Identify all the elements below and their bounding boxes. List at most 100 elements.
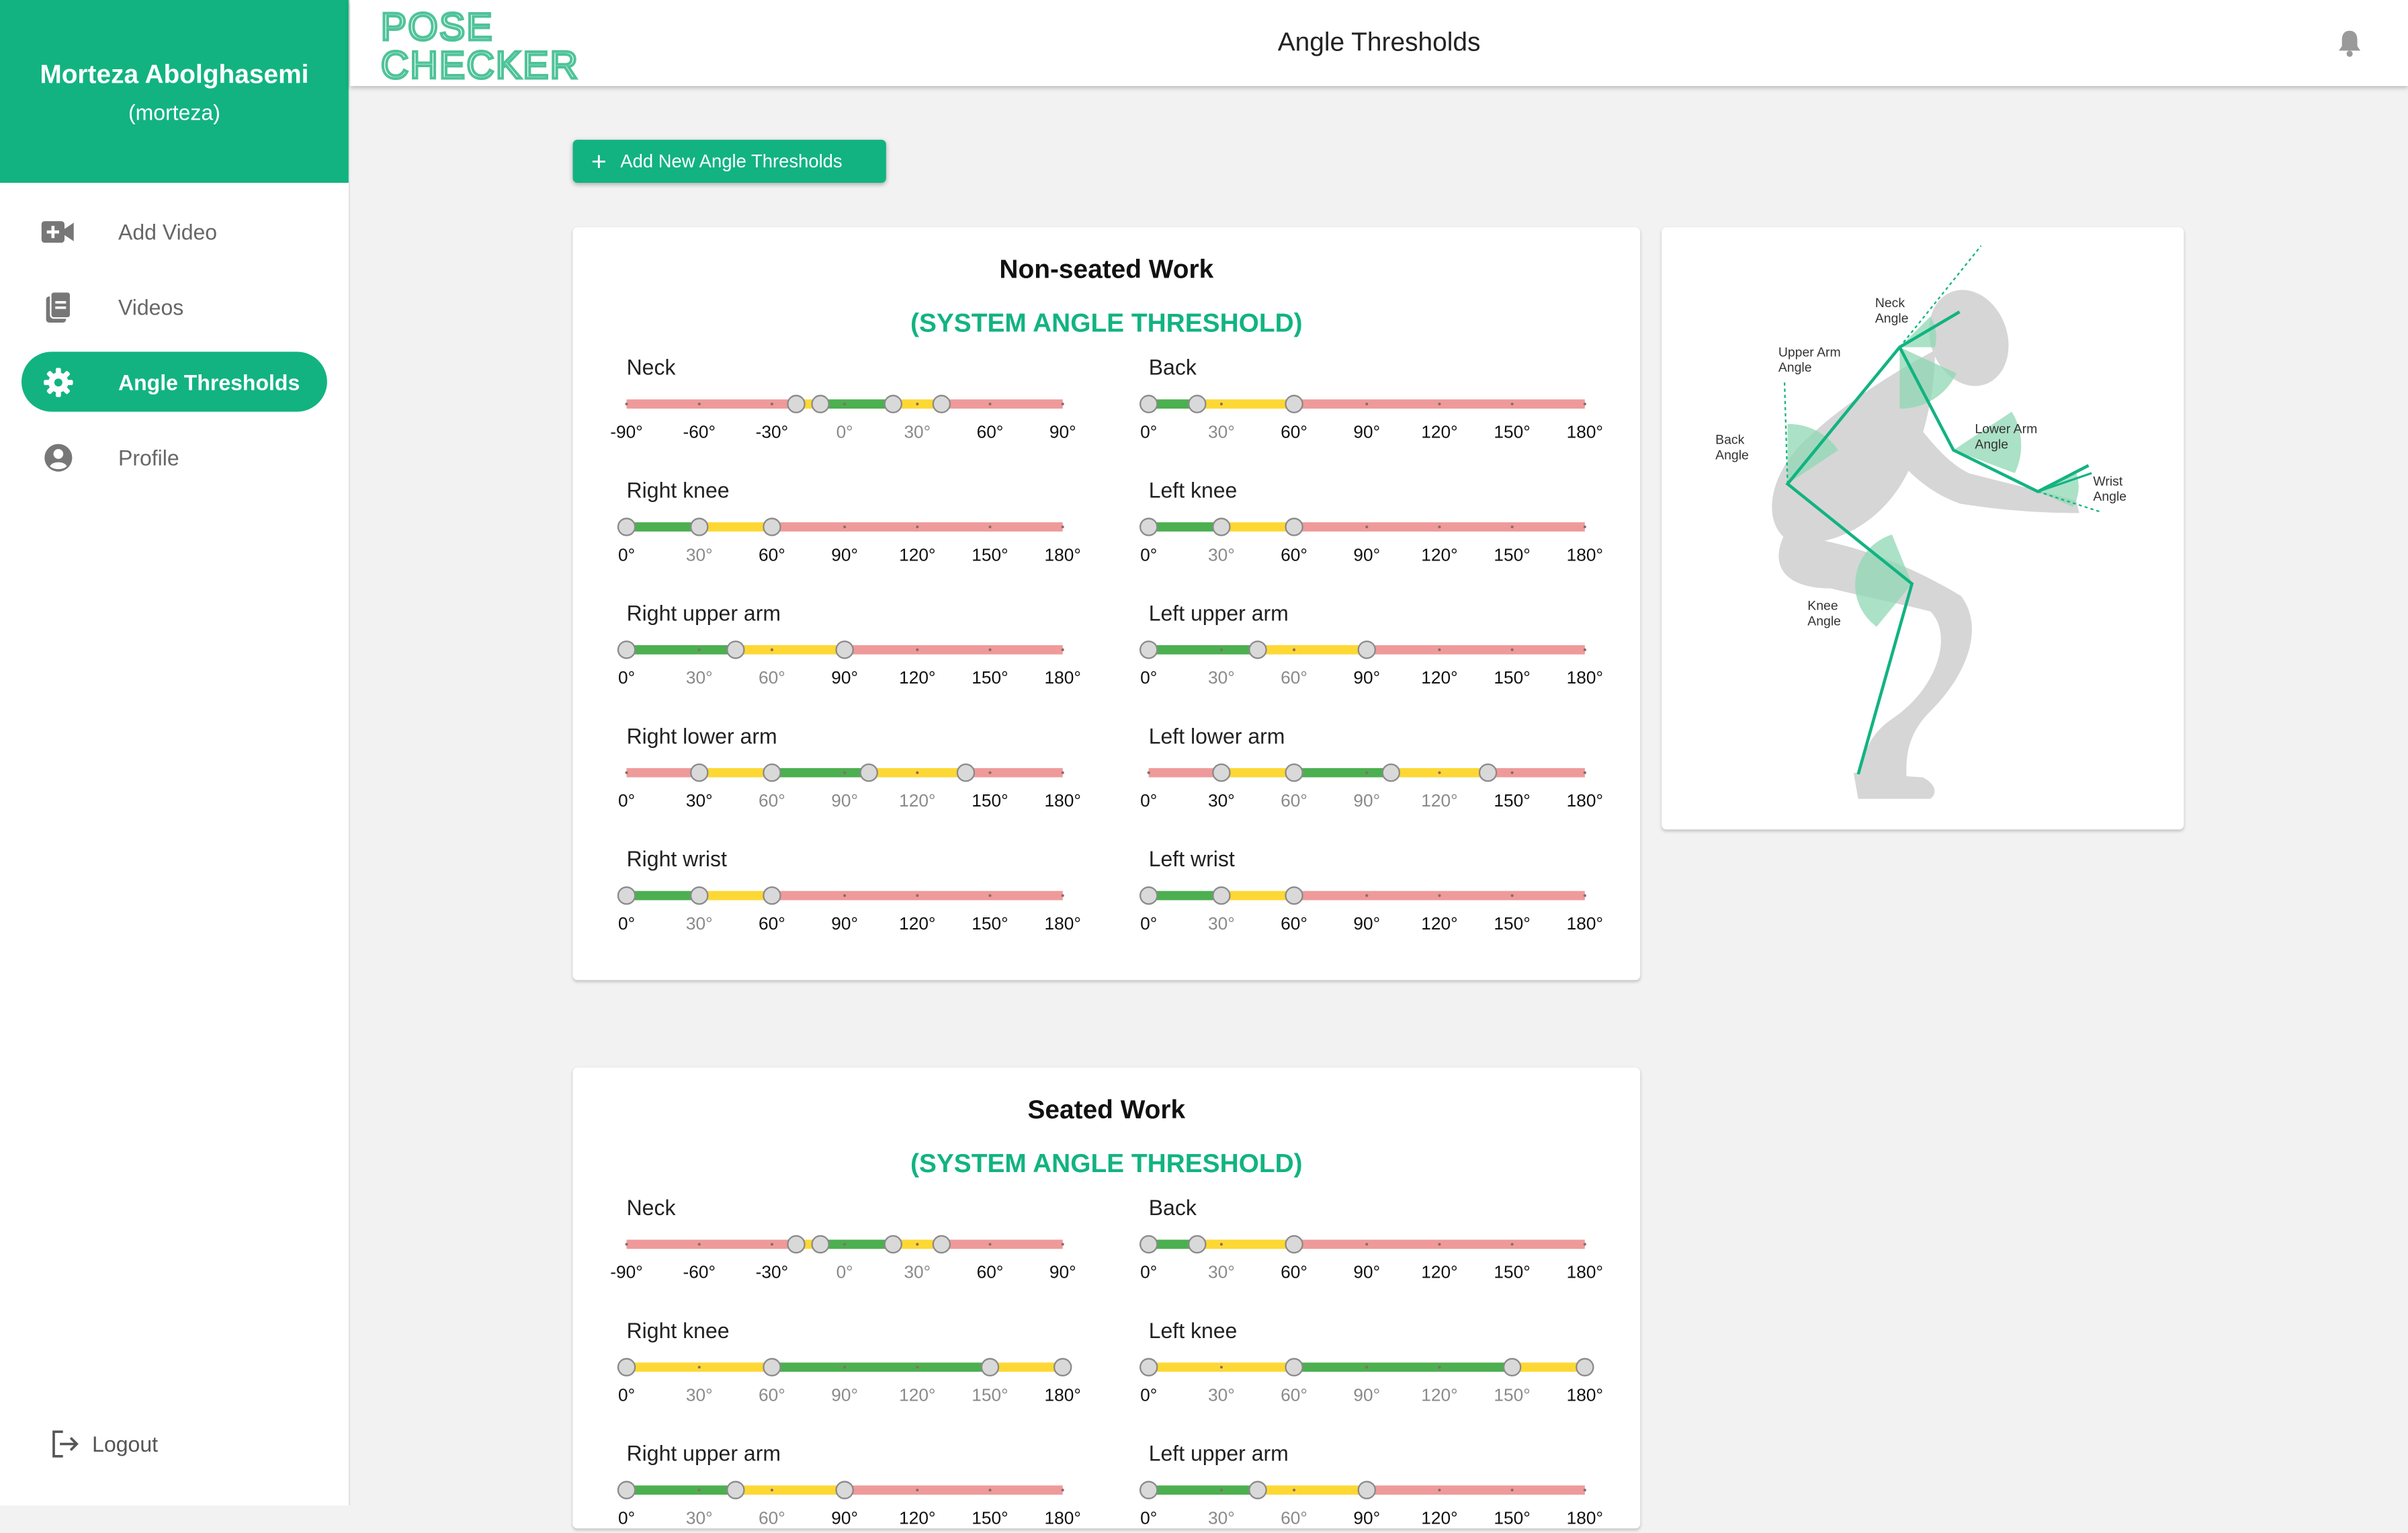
slider-thumb[interactable] bbox=[1248, 640, 1267, 659]
nav-label: Angle Thresholds bbox=[118, 369, 300, 395]
tick-label: 120° bbox=[1421, 1509, 1458, 1529]
slider-thumb[interactable] bbox=[1285, 1235, 1303, 1254]
slider-thumb[interactable] bbox=[932, 1235, 951, 1254]
slider-neck[interactable]: Neck -90° -60° -30° 0° 30° 60° 90° bbox=[608, 1195, 1084, 1287]
slider-thumb[interactable] bbox=[1502, 1358, 1522, 1376]
slider-left-wrist[interactable]: Left wrist 0° 30° 60° 90° 120° 150° 180° bbox=[1130, 846, 1606, 938]
tick-label: 120° bbox=[1421, 669, 1458, 688]
slider-thumb[interactable] bbox=[617, 886, 636, 905]
tick-label: 120° bbox=[899, 669, 936, 688]
slider-thumb[interactable] bbox=[690, 886, 709, 905]
tick-mark bbox=[843, 525, 847, 529]
slider-thumb[interactable] bbox=[1139, 1235, 1158, 1254]
slider-right-upper-arm[interactable]: Right upper arm 0° 30° 60° 90° 120° 150° 180° bbox=[608, 1441, 1084, 1533]
slider-thumb[interactable] bbox=[617, 640, 636, 659]
tick-label: 60° bbox=[1281, 546, 1307, 566]
slider-left-upper-arm[interactable]: Left upper arm 0° 30° 60° 90° 120° 150° 180° bbox=[1130, 601, 1606, 693]
slider-thumb[interactable] bbox=[884, 395, 902, 413]
slider-thumb[interactable] bbox=[617, 1481, 636, 1499]
slider-thumb[interactable] bbox=[617, 517, 636, 536]
slider-thumb[interactable] bbox=[811, 395, 830, 413]
slider-thumb[interactable] bbox=[1285, 886, 1303, 905]
tick-label: 30° bbox=[1208, 792, 1235, 811]
bell-icon[interactable] bbox=[2337, 29, 2362, 65]
slider-thumb[interactable] bbox=[1188, 1235, 1207, 1254]
slider-thumb[interactable] bbox=[1139, 640, 1158, 659]
nav-item-add-video[interactable]: Add Video bbox=[22, 201, 327, 261]
slider-thumb[interactable] bbox=[1248, 1481, 1267, 1499]
tick-label: 60° bbox=[1281, 669, 1307, 688]
slider-right-wrist[interactable]: Right wrist 0° 30° 60° 90° 120° 150° 180° bbox=[608, 846, 1084, 938]
slider-thumb[interactable] bbox=[1212, 763, 1231, 782]
slider-thumb[interactable] bbox=[1212, 886, 1231, 905]
slider-thumb[interactable] bbox=[1357, 1481, 1376, 1499]
tick-mark bbox=[1365, 1366, 1369, 1369]
tick-label: 90° bbox=[831, 546, 859, 566]
slider-thumb[interactable] bbox=[690, 763, 709, 782]
slider-thumb[interactable] bbox=[1212, 517, 1231, 536]
add-angle-thresholds-button[interactable]: + Add New Angle Thresholds bbox=[572, 139, 886, 183]
slider-back[interactable]: Back 0° 30° 60° 90° 120° 150° 180° bbox=[1130, 355, 1606, 447]
slider-left-knee[interactable]: Left knee 0° 30° 60° 90° 120° 150° 180° bbox=[1130, 1318, 1606, 1410]
slider-thumb[interactable] bbox=[1285, 1358, 1303, 1376]
logout-icon bbox=[49, 1429, 80, 1460]
slider-thumb[interactable] bbox=[1139, 886, 1158, 905]
slider-thumb[interactable] bbox=[884, 1235, 902, 1254]
slider-thumb[interactable] bbox=[1478, 763, 1498, 782]
slider-thumb[interactable] bbox=[726, 1481, 745, 1499]
slider-thumb[interactable] bbox=[763, 517, 781, 536]
slider-thumb[interactable] bbox=[859, 763, 878, 782]
slider-thumb[interactable] bbox=[787, 395, 806, 413]
slider-thumb[interactable] bbox=[835, 1481, 854, 1499]
slider-back[interactable]: Back 0° 30° 60° 90° 120° 150° 180° bbox=[1130, 1195, 1606, 1287]
nav-item-videos[interactable]: Videos bbox=[22, 276, 327, 336]
logout-button[interactable]: Logout bbox=[49, 1429, 158, 1460]
slider-thumb[interactable] bbox=[1139, 1481, 1158, 1499]
slider-thumb[interactable] bbox=[1188, 395, 1207, 413]
tick-label: 180° bbox=[1044, 1386, 1081, 1406]
tick-label: 60° bbox=[1281, 423, 1307, 443]
slider-thumb[interactable] bbox=[1576, 1358, 1594, 1376]
slider-thumb[interactable] bbox=[980, 1358, 1000, 1376]
slider-thumb[interactable] bbox=[1285, 517, 1303, 536]
tick-mark bbox=[1061, 1243, 1064, 1246]
slider-thumb[interactable] bbox=[690, 517, 709, 536]
slider-thumb[interactable] bbox=[787, 1235, 806, 1254]
range-segment-green bbox=[820, 1239, 894, 1249]
nav-item-angle-thresholds[interactable]: Angle Thresholds bbox=[21, 351, 327, 412]
slider-right-knee[interactable]: Right knee 0° 30° 60° 90° 120° 150° 180° bbox=[608, 1318, 1084, 1410]
slider-right-upper-arm[interactable]: Right upper arm 0° 30° 60° 90° 120° 150° 180° bbox=[608, 601, 1084, 693]
slider-thumb[interactable] bbox=[763, 1358, 781, 1376]
slider-right-knee[interactable]: Right knee 0° 30° 60° 90° 120° 150° 180° bbox=[608, 478, 1084, 570]
slider-thumb[interactable] bbox=[811, 1235, 830, 1254]
tick-mark bbox=[770, 1243, 774, 1246]
slider-thumb[interactable] bbox=[726, 640, 745, 659]
slider-thumb[interactable] bbox=[1381, 763, 1401, 782]
slider-thumb[interactable] bbox=[956, 763, 976, 782]
slider-thumb[interactable] bbox=[1139, 1358, 1158, 1376]
slider-thumb[interactable] bbox=[763, 886, 781, 905]
slider-thumb[interactable] bbox=[1285, 395, 1303, 413]
nav-item-profile[interactable]: Profile bbox=[22, 427, 327, 487]
slider-thumb[interactable] bbox=[617, 1358, 636, 1376]
tick-mark bbox=[697, 1366, 701, 1369]
slider-thumb[interactable] bbox=[1285, 763, 1303, 782]
slider-right-lower-arm[interactable]: Right lower arm 0° 30° 60° 90° 120° 150° 180° bbox=[608, 724, 1084, 816]
slider-left-upper-arm[interactable]: Left upper arm 0° 30° 60° 90° 120° 150° 180° bbox=[1130, 1441, 1606, 1533]
slider-thumb[interactable] bbox=[1357, 640, 1376, 659]
slider-neck[interactable]: Neck -90° -60° -30° 0° 30° 60° 90° bbox=[608, 355, 1084, 447]
slider-thumb[interactable] bbox=[1139, 395, 1158, 413]
slider-thumb[interactable] bbox=[1053, 1358, 1072, 1376]
slider-thumb[interactable] bbox=[932, 395, 951, 413]
slider-left-lower-arm[interactable]: Left lower arm 0° 30° 60° 90° 120° 150° 180° bbox=[1130, 724, 1606, 816]
range-segment-red bbox=[1148, 768, 1221, 778]
tick-label: 150° bbox=[972, 915, 1008, 934]
range-segment-yellow bbox=[699, 522, 772, 532]
slider-thumb[interactable] bbox=[835, 640, 854, 659]
tick-label: 0° bbox=[1140, 792, 1158, 811]
user-name: Morteza Abolghasemi bbox=[40, 60, 309, 89]
slider-thumb[interactable] bbox=[763, 763, 781, 782]
tick-mark bbox=[770, 1489, 774, 1492]
slider-thumb[interactable] bbox=[1139, 517, 1158, 536]
slider-left-knee[interactable]: Left knee 0° 30° 60° 90° 120° 150° 180° bbox=[1130, 478, 1606, 570]
